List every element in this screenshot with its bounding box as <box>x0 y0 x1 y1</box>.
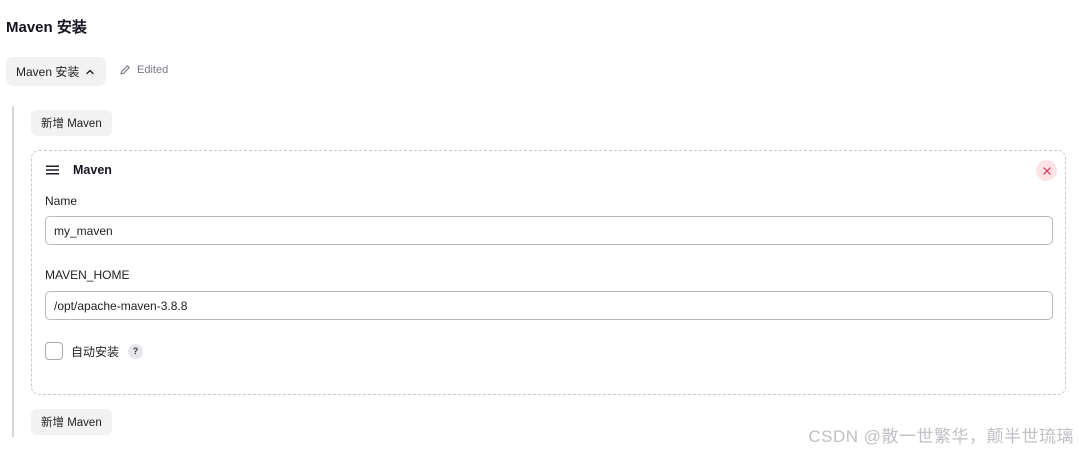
close-icon <box>1042 166 1051 175</box>
pencil-icon <box>120 65 130 75</box>
maven-home-label: MAVEN_HOME <box>45 268 130 282</box>
collapse-button-label: Maven 安装 <box>16 65 80 79</box>
chevron-up-icon <box>86 69 95 74</box>
add-maven-button-bottom[interactable]: 新增 Maven <box>31 409 112 435</box>
tree-line <box>12 106 14 437</box>
section-title: Maven 安装 <box>6 19 87 36</box>
name-input[interactable] <box>45 216 1053 245</box>
maven-home-input[interactable] <box>45 291 1053 320</box>
watermark: CSDN @散一世繁华，颠半世琉璃 <box>808 427 1074 446</box>
auto-install-checkbox[interactable] <box>45 342 63 360</box>
help-icon[interactable]: ? <box>128 343 144 359</box>
add-maven-button-top[interactable]: 新增 Maven <box>31 110 112 136</box>
edited-label: Edited <box>137 64 169 76</box>
delete-maven-button[interactable] <box>1036 160 1057 181</box>
maven-card: Maven Name MAVEN_HOME 自动安装 ? <box>31 150 1066 395</box>
name-label: Name <box>45 194 78 208</box>
collapse-maven-install-button[interactable]: Maven 安装 <box>6 57 107 86</box>
card-header: Maven <box>46 163 112 177</box>
auto-install-row: 自动安装 ? <box>45 342 144 360</box>
drag-handle-icon[interactable] <box>46 165 59 175</box>
edited-indicator: Edited <box>119 64 168 76</box>
card-title: Maven <box>73 163 112 177</box>
auto-install-label: 自动安装 <box>71 344 120 359</box>
